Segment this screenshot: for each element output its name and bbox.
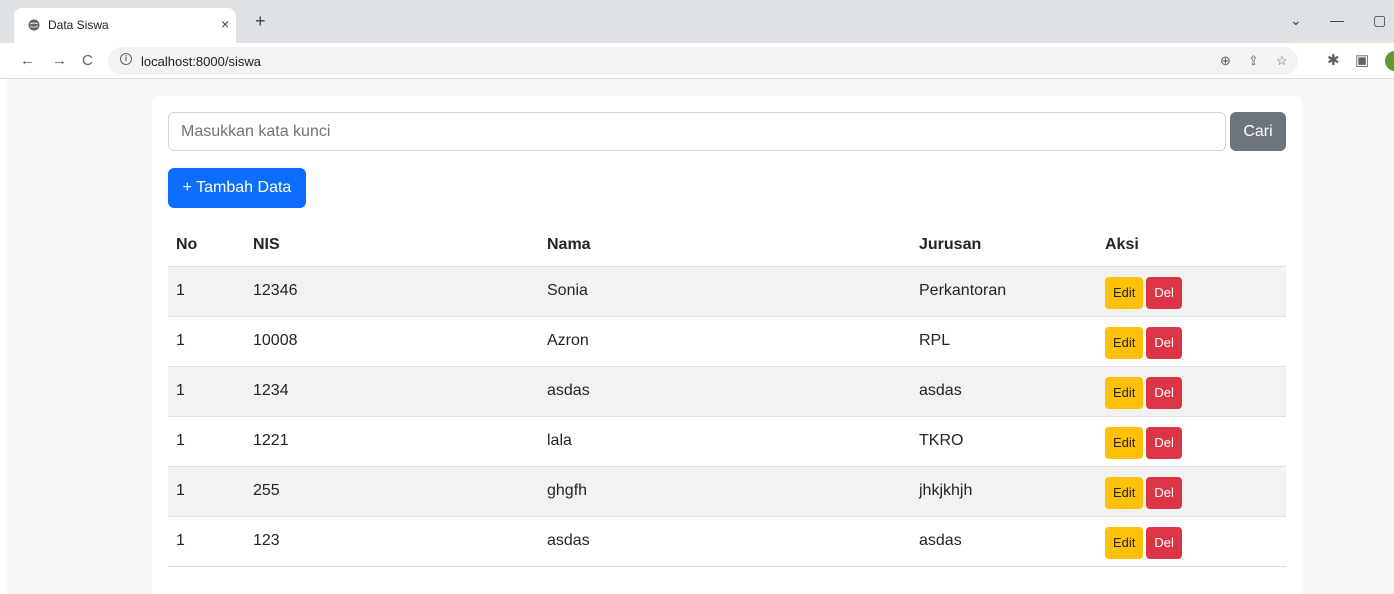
cell-aksi: Edit Del bbox=[1097, 366, 1286, 417]
table-row: 1 255 ghgfh jhkjkhjh Edit Del bbox=[168, 466, 1286, 517]
cell-jurusan: Perkantoran bbox=[911, 266, 1097, 317]
cell-jurusan: asdas bbox=[911, 516, 1097, 567]
bookmark-star-icon[interactable]: ☆ bbox=[1276, 53, 1288, 69]
cell-nama: Sonia bbox=[539, 266, 911, 317]
info-icon[interactable]: i bbox=[120, 53, 132, 65]
delete-button[interactable]: Del bbox=[1146, 277, 1182, 309]
cell-nis: 1221 bbox=[245, 416, 539, 467]
maximize-icon[interactable]: ▢ bbox=[1373, 12, 1386, 29]
new-tab-button[interactable]: + bbox=[255, 11, 266, 32]
forward-icon[interactable]: → bbox=[52, 52, 67, 69]
cell-aksi: Edit Del bbox=[1097, 466, 1286, 517]
header-aksi: Aksi bbox=[1097, 224, 1286, 267]
tab-search-chevron-icon[interactable]: ⌄ bbox=[1290, 12, 1302, 29]
left-edge bbox=[0, 79, 7, 594]
tab-title: Data Siswa bbox=[48, 18, 109, 32]
reload-icon[interactable]: C bbox=[82, 52, 93, 69]
page-viewport: Cari + Tambah Data No NIS Nama Jurusan A… bbox=[0, 79, 1394, 594]
cell-nis: 10008 bbox=[245, 316, 539, 367]
cell-nis: 123 bbox=[245, 516, 539, 567]
cell-aksi: Edit Del bbox=[1097, 316, 1286, 367]
zoom-icon[interactable]: ⊕ bbox=[1220, 53, 1231, 69]
delete-button[interactable]: Del bbox=[1146, 377, 1182, 409]
cell-no: 1 bbox=[168, 266, 245, 317]
cell-jurusan: asdas bbox=[911, 366, 1097, 417]
cell-nis: 1234 bbox=[245, 366, 539, 417]
edit-button[interactable]: Edit bbox=[1105, 277, 1144, 309]
header-no: No bbox=[168, 224, 245, 267]
cell-no: 1 bbox=[168, 316, 245, 367]
content-card: Cari + Tambah Data No NIS Nama Jurusan A… bbox=[152, 96, 1302, 594]
delete-button[interactable]: Del bbox=[1146, 327, 1182, 359]
header-nis: NIS bbox=[245, 224, 539, 267]
side-panel-icon[interactable]: ▣ bbox=[1355, 51, 1369, 69]
search-button[interactable]: Cari bbox=[1230, 112, 1286, 151]
edit-button[interactable]: Edit bbox=[1105, 527, 1144, 559]
cell-aksi: Edit Del bbox=[1097, 416, 1286, 467]
table-row: 1 1221 lala TKRO Edit Del bbox=[168, 416, 1286, 467]
share-icon[interactable]: ⇪ bbox=[1248, 53, 1259, 69]
header-jurusan: Jurusan bbox=[911, 224, 1097, 267]
cell-nama: asdas bbox=[539, 366, 911, 417]
cell-no: 1 bbox=[168, 466, 245, 517]
delete-button[interactable]: Del bbox=[1146, 527, 1182, 559]
minimize-icon[interactable]: — bbox=[1330, 12, 1344, 28]
table-row: 1 10008 Azron RPL Edit Del bbox=[168, 316, 1286, 367]
edit-button[interactable]: Edit bbox=[1105, 427, 1144, 459]
cell-nis: 255 bbox=[245, 466, 539, 517]
cell-aksi: Edit Del bbox=[1097, 516, 1286, 567]
cell-nama: ghgfh bbox=[539, 466, 911, 517]
cell-jurusan: TKRO bbox=[911, 416, 1097, 467]
cell-nama: Azron bbox=[539, 316, 911, 367]
search-input[interactable] bbox=[168, 112, 1226, 151]
url-text: localhost:8000/siswa bbox=[141, 54, 261, 69]
profile-avatar[interactable] bbox=[1385, 51, 1394, 71]
header-nama: Nama bbox=[539, 224, 911, 267]
close-tab-icon[interactable]: × bbox=[221, 16, 229, 32]
table-header-row: No NIS Nama Jurusan Aksi bbox=[168, 224, 1286, 267]
table-row: 1 12346 Sonia Perkantoran Edit Del bbox=[168, 266, 1286, 317]
delete-button[interactable]: Del bbox=[1146, 427, 1182, 459]
address-bar[interactable]: i localhost:8000/siswa ⊕ ⇪ ☆ bbox=[108, 47, 1298, 75]
cell-nis: 12346 bbox=[245, 266, 539, 317]
table-row: 1 1234 asdas asdas Edit Del bbox=[168, 366, 1286, 417]
back-icon[interactable]: ← bbox=[20, 52, 35, 69]
cell-jurusan: RPL bbox=[911, 316, 1097, 367]
table-row: 1 123 asdas asdas Edit Del bbox=[168, 516, 1286, 567]
add-data-button[interactable]: + Tambah Data bbox=[168, 168, 306, 208]
cell-aksi: Edit Del bbox=[1097, 266, 1286, 317]
cell-nama: asdas bbox=[539, 516, 911, 567]
edit-button[interactable]: Edit bbox=[1105, 377, 1144, 409]
cell-no: 1 bbox=[168, 416, 245, 467]
cell-no: 1 bbox=[168, 516, 245, 567]
cell-jurusan: jhkjkhjh bbox=[911, 466, 1097, 517]
browser-toolbar: ← → C i localhost:8000/siswa ⊕ ⇪ ☆ ✱ ▣ bbox=[0, 43, 1394, 79]
student-table: No NIS Nama Jurusan Aksi 1 12346 Sonia P… bbox=[168, 224, 1286, 567]
globe-icon bbox=[28, 19, 40, 31]
edit-button[interactable]: Edit bbox=[1105, 477, 1144, 509]
delete-button[interactable]: Del bbox=[1146, 477, 1182, 509]
cell-no: 1 bbox=[168, 366, 245, 417]
browser-tab[interactable]: Data Siswa × bbox=[14, 8, 236, 43]
cell-nama: lala bbox=[539, 416, 911, 467]
browser-tab-bar: Data Siswa × + ⌄ — ▢ bbox=[0, 0, 1394, 43]
extensions-icon[interactable]: ✱ bbox=[1327, 51, 1340, 69]
edit-button[interactable]: Edit bbox=[1105, 327, 1144, 359]
